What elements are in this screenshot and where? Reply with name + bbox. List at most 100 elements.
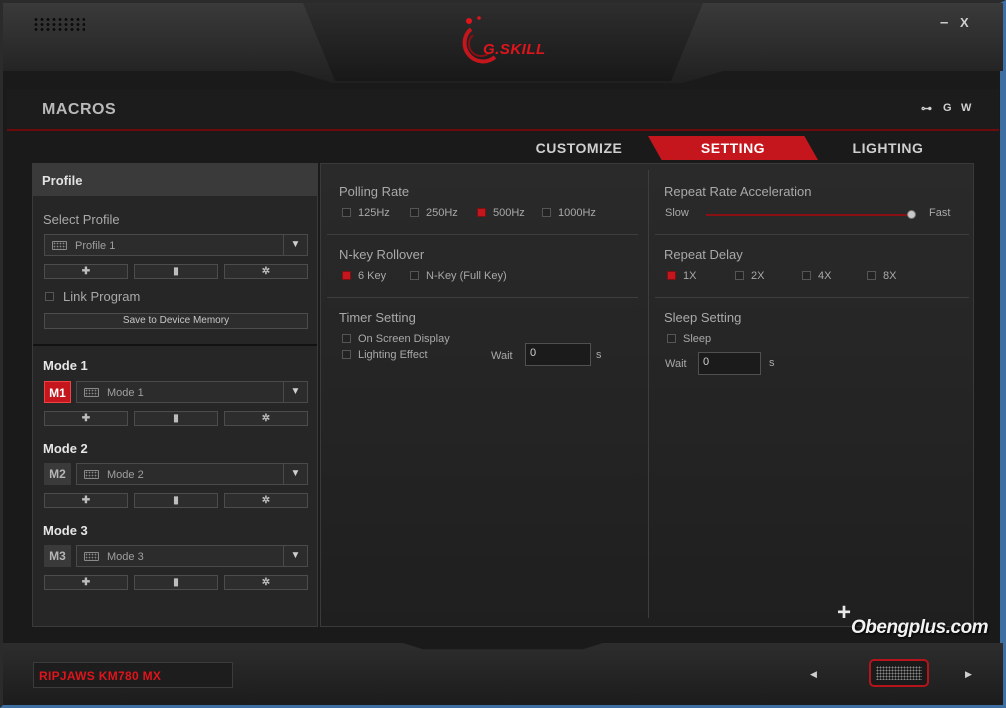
prev-device-button[interactable]: ◀ (810, 669, 817, 680)
nkey-rollover-title: N-key Rollover (339, 247, 425, 262)
mode-1-dropdown-value: Mode 1 (107, 387, 144, 399)
chevron-down-icon[interactable]: ▼ (283, 546, 307, 566)
slow-label: Slow (665, 207, 689, 219)
minimize-button[interactable]: – (940, 14, 948, 31)
tab-setting[interactable]: SETTING (648, 136, 818, 160)
profile-dropdown-value: Profile 1 (75, 240, 116, 252)
mode-1-title: Mode 1 (43, 358, 88, 373)
repeat-rate-title: Repeat Rate Acceleration (664, 184, 812, 199)
header-bar: MACROS ⊶ G W (7, 89, 999, 131)
sleep-wait-label: Wait (665, 358, 687, 370)
app-window: G.SKILL – X MACROS ⊶ G W CUSTOMIZE SETTI… (0, 0, 1006, 708)
chevron-down-icon[interactable]: ▼ (283, 464, 307, 484)
tab-lighting[interactable]: LIGHTING (803, 136, 973, 160)
delay-8x-label: 8X (883, 270, 897, 282)
6key-checkbox[interactable] (342, 271, 351, 280)
mode-2-badge[interactable]: M2 (44, 463, 71, 485)
mode-2-settings-button[interactable]: ✲ (224, 493, 308, 508)
chevron-down-icon[interactable]: ▼ (283, 382, 307, 402)
sleep-setting-title: Sleep Setting (664, 310, 742, 325)
sleep-unit-label: s (769, 357, 775, 369)
mode-3-dropdown-value: Mode 3 (107, 551, 144, 563)
watermark-text: Obengplus.com (851, 617, 989, 638)
mode-3-settings-button[interactable]: ✲ (224, 575, 308, 590)
mode-2-dropdown[interactable]: Mode 2 ▼ (76, 463, 308, 485)
mode-2-title: Mode 2 (43, 441, 88, 456)
timer-wait-label: Wait (491, 350, 513, 362)
device-thumbnail[interactable] (869, 659, 929, 687)
g-icon[interactable]: G (943, 102, 952, 114)
device-name: RIPJAWS KM780 MX (39, 669, 162, 683)
profile-dropdown[interactable]: Profile 1 ▼ (44, 234, 308, 256)
polling-125-label: 125Hz (358, 207, 390, 219)
delay-1x-checkbox[interactable] (667, 271, 676, 280)
mode-1-settings-button[interactable]: ✲ (224, 411, 308, 426)
settings-panel: Polling Rate 125Hz 250Hz 500Hz 1000Hz N-… (320, 163, 974, 627)
keyboard-icon (84, 470, 99, 479)
tab-customize[interactable]: CUSTOMIZE (494, 136, 664, 160)
mode-3-badge[interactable]: M3 (44, 545, 71, 567)
sleep-checkbox[interactable] (667, 334, 676, 343)
section-divider (655, 297, 969, 298)
mode-1-badge[interactable]: M1 (44, 381, 71, 403)
w-icon[interactable]: W (961, 102, 971, 114)
delay-8x-checkbox[interactable] (867, 271, 876, 280)
link-program-checkbox[interactable] (45, 292, 54, 301)
vent-grille (33, 17, 85, 33)
brand-logo-text: G.SKILL (483, 41, 546, 58)
on-screen-display-checkbox[interactable] (342, 334, 351, 343)
profile-sidebar: Profile Select Profile Profile 1 ▼ ✚ ▮ ✲… (32, 163, 318, 627)
next-device-button[interactable]: ▶ (965, 669, 972, 680)
delay-4x-checkbox[interactable] (802, 271, 811, 280)
polling-500-checkbox[interactable] (477, 208, 486, 217)
fast-label: Fast (929, 207, 951, 219)
mode-1-delete-button[interactable]: ▮ (134, 411, 218, 426)
mode-2-dropdown-value: Mode 2 (107, 469, 144, 481)
repeat-rate-slider-handle[interactable] (907, 210, 916, 219)
mode-1-add-button[interactable]: ✚ (44, 411, 128, 426)
keyboard-icon (84, 388, 99, 397)
mode-1-dropdown[interactable]: Mode 1 ▼ (76, 381, 308, 403)
polling-125-checkbox[interactable] (342, 208, 351, 217)
6key-label: 6 Key (358, 270, 387, 282)
mode-3-add-button[interactable]: ✚ (44, 575, 128, 590)
watermark-plus-icon: + (837, 599, 852, 626)
keyboard-icon (876, 666, 922, 680)
delay-2x-checkbox[interactable] (735, 271, 744, 280)
polling-500-label: 500Hz (493, 207, 525, 219)
mode-3-delete-button[interactable]: ▮ (134, 575, 218, 590)
section-divider (655, 234, 969, 235)
timer-wait-input[interactable]: 0 (525, 343, 591, 366)
polling-1000-checkbox[interactable] (542, 208, 551, 217)
repeat-rate-slider-track[interactable] (706, 214, 912, 216)
device-name-box: RIPJAWS KM780 MX (33, 662, 233, 688)
mode-3-title: Mode 3 (43, 523, 88, 538)
polling-250-checkbox[interactable] (410, 208, 419, 217)
timer-setting-title: Timer Setting (339, 310, 416, 325)
mode-2-delete-button[interactable]: ▮ (134, 493, 218, 508)
add-profile-button[interactable]: ✚ (44, 264, 128, 279)
usb-icon[interactable]: ⊶ (921, 102, 932, 115)
close-button[interactable]: X (960, 15, 969, 30)
chevron-down-icon[interactable]: ▼ (283, 235, 307, 255)
lighting-effect-checkbox[interactable] (342, 350, 351, 359)
nkey-full-label: N-Key (Full Key) (426, 270, 507, 282)
delete-profile-button[interactable]: ▮ (134, 264, 218, 279)
sleep-label: Sleep (683, 333, 712, 345)
nkey-full-checkbox[interactable] (410, 271, 419, 280)
page-title: MACROS (42, 101, 117, 118)
section-divider (327, 234, 638, 235)
mode-3-dropdown[interactable]: Mode 3 ▼ (76, 545, 308, 567)
profile-settings-button[interactable]: ✲ (224, 264, 308, 279)
polling-250-label: 250Hz (426, 207, 458, 219)
sleep-wait-input[interactable]: 0 (698, 352, 761, 375)
repeat-delay-title: Repeat Delay (664, 247, 743, 262)
keyboard-icon (84, 552, 99, 561)
section-divider (327, 297, 638, 298)
delay-1x-label: 1X (683, 270, 697, 282)
timer-unit-label: s (596, 349, 602, 361)
mode-2-add-button[interactable]: ✚ (44, 493, 128, 508)
lighting-effect-label: Lighting Effect (358, 349, 428, 361)
select-profile-label: Select Profile (43, 212, 120, 227)
save-to-device-button[interactable]: Save to Device Memory (44, 313, 308, 329)
